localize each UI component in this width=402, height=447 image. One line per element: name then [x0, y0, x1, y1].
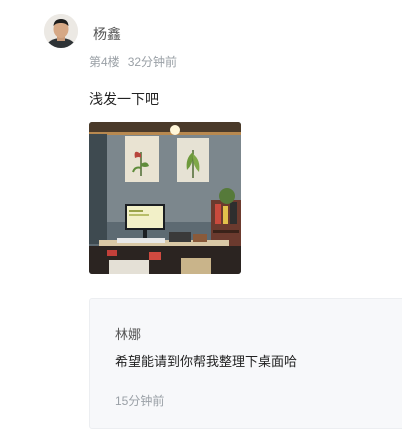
comment-username[interactable]: 杨鑫 [93, 24, 121, 44]
desk-photo[interactable] [89, 122, 241, 274]
user-avatar[interactable] [44, 14, 78, 48]
reply-text: 希望能请到你帮我整理下桌面哈 [115, 354, 298, 369]
reply-box: 林娜 希望能请到你帮我整理下桌面哈 15分钟前 [89, 298, 402, 429]
comment-time: 32分钟前 [127, 55, 178, 69]
avatar-icon [44, 14, 78, 48]
reply-username[interactable]: 林娜 [115, 324, 141, 343]
comment-meta: 第4楼 32分钟前 [89, 53, 177, 70]
comment-text: 浅发一下吧 [89, 91, 159, 107]
desk-photo-image [89, 122, 241, 274]
reply-time: 15分钟前 [115, 394, 165, 408]
floor-label: 第4楼 [89, 55, 120, 69]
